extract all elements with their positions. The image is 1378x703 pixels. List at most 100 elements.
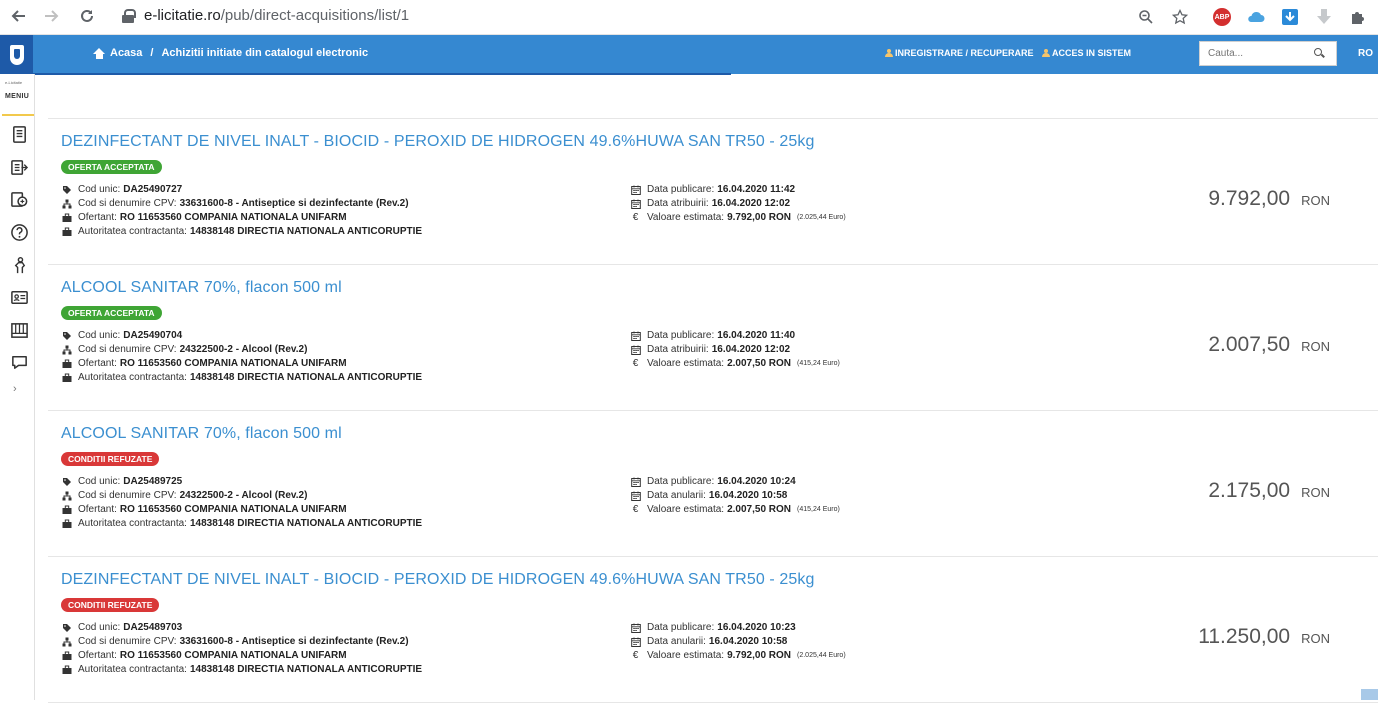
list-item: DEZINFECTANT DE NIVEL INALT - BIOCID - P…: [48, 557, 1378, 703]
ofertant-label: Ofertant:: [78, 212, 117, 223]
extensions-puzzle-icon[interactable]: [1348, 7, 1368, 27]
tag-icon: [61, 477, 72, 487]
item-title-link[interactable]: DEZINFECTANT DE NIVEL INALT - BIOCID - P…: [61, 133, 814, 151]
data-publicare-label: Data publicare:: [647, 476, 715, 487]
forward-arrow-icon[interactable]: [42, 6, 62, 26]
briefcase-icon: [61, 651, 72, 661]
export-list-icon[interactable]: [9, 157, 29, 177]
scrollbar-thumb[interactable]: [1361, 689, 1378, 700]
address-bar[interactable]: e-licitatie.ro/pub/direct-acquisitions/l…: [122, 7, 409, 24]
valoare-estimata-value: 2.007,50 RON: [727, 358, 792, 369]
document-list-icon[interactable]: [9, 124, 29, 144]
ofertant-label: Ofertant:: [78, 650, 117, 661]
briefcase-icon: [61, 505, 72, 515]
cpv-value: 24322500-2 - Alcool (Rev.2): [179, 344, 308, 355]
breadcrumb: Acasa / Achizitii initiate din catalogul…: [93, 47, 368, 59]
cod-unic-value: DA25489703: [123, 622, 183, 633]
item-title-link[interactable]: ALCOOL SANITAR 70%, flacon 500 ml: [61, 425, 342, 443]
second-date-value: 16.04.2020 10:58: [708, 636, 788, 647]
ofertant-label: Ofertant:: [78, 504, 117, 515]
cpv-label: Cod si denumire CPV:: [78, 636, 177, 647]
second-date-label: Data anularii:: [647, 490, 706, 501]
breadcrumb-current: Achizitii initiate din catalogul electro…: [161, 47, 369, 59]
sitemap-icon: [61, 199, 72, 209]
breadcrumb-home-link[interactable]: Acasa: [110, 47, 142, 59]
reports-icon[interactable]: [9, 320, 29, 340]
price-currency: RON: [1301, 193, 1330, 208]
status-badge: OFERTA ACCEPTATA: [61, 160, 162, 174]
ofertant-label: Ofertant:: [78, 358, 117, 369]
bookmark-star-icon[interactable]: [1170, 7, 1190, 27]
price-amount: 2.007,50: [1208, 333, 1291, 356]
cod-unic-label: Cod unic:: [78, 184, 121, 195]
sidebar-brand-label: e-Licitatie: [5, 80, 23, 85]
item-dates: Data publicare: 16.04.2020 11:42 Data atr…: [630, 183, 846, 225]
cod-unic-value: DA25490727: [123, 184, 183, 195]
second-date-label: Data atribuirii:: [647, 198, 709, 209]
lock-icon: [122, 8, 136, 23]
adblock-icon[interactable]: ABP: [1213, 8, 1231, 26]
sitemap-icon: [61, 345, 72, 355]
autoritatea-label: Autoritatea contractanta:: [78, 664, 187, 675]
site-header: Acasa / Achizitii initiate din catalogul…: [0, 35, 1378, 74]
site-logo[interactable]: [0, 35, 33, 74]
status-badge: OFERTA ACCEPTATA: [61, 306, 162, 320]
chat-icon[interactable]: [9, 352, 29, 372]
briefcase-icon: [61, 519, 72, 529]
euro-icon: €: [632, 358, 639, 369]
url-path: /pub/direct-acquisitions/list/1: [220, 7, 410, 24]
cpv-label: Cod si denumire CPV:: [78, 344, 177, 355]
download-icon[interactable]: [1280, 7, 1300, 27]
item-title-link[interactable]: ALCOOL SANITAR 70%, flacon 500 ml: [61, 279, 342, 297]
list-item: ALCOOL SANITAR 70%, flacon 500 ml CONDIT…: [48, 411, 1378, 557]
autoritatea-value: 14838148 DIRECTIA NATIONALA ANTICORUPTIE: [189, 226, 423, 237]
chevron-right-icon[interactable]: ›: [13, 383, 17, 395]
cpv-value: 33631600-8 - Antiseptice si dezinfectant…: [179, 636, 409, 647]
search-input[interactable]: [1200, 43, 1310, 64]
cloud-icon[interactable]: [1246, 7, 1266, 27]
data-publicare-value: 16.04.2020 10:24: [717, 476, 796, 487]
data-publicare-value: 16.04.2020 10:23: [717, 622, 796, 633]
register-link[interactable]: INREGISTRARE / RECUPERARE: [885, 48, 1034, 58]
help-icon[interactable]: [9, 222, 29, 242]
briefcase-icon: [61, 665, 72, 675]
price-currency: RON: [1301, 485, 1330, 500]
item-dates: Data publicare: 16.04.2020 11:40 Data atr…: [630, 329, 840, 371]
data-publicare-value: 16.04.2020 11:40: [717, 330, 796, 341]
reload-icon[interactable]: [77, 6, 97, 26]
autoritatea-label: Autoritatea contractanta:: [78, 226, 187, 237]
tag-icon: [61, 623, 72, 633]
calendar-icon: [630, 345, 641, 355]
valoare-estimata-label: Valoare estimata:: [647, 650, 725, 661]
menu-toggle[interactable]: MENIU: [5, 93, 29, 100]
login-link-label: ACCES IN SISTEM: [1052, 48, 1132, 58]
calendar-icon: [630, 477, 641, 487]
autoritatea-value: 14838148 DIRECTIA NATIONALA ANTICORUPTIE: [189, 518, 423, 529]
left-sidebar: e-Licitatie MENIU ›: [0, 74, 35, 700]
item-details: Cod unic: DA25490704 Cod si denumire CPV:…: [61, 329, 422, 385]
breadcrumb-separator: /: [150, 47, 154, 59]
data-publicare-label: Data publicare:: [647, 184, 715, 195]
ofertant-value: RO 11653560 COMPANIA NATIONALA UNIFARM: [119, 212, 347, 223]
price-amount: 2.175,00: [1208, 479, 1291, 502]
second-date-value: 16.04.2020 12:02: [711, 198, 791, 209]
browser-toolbar: e-licitatie.ro/pub/direct-acquisitions/l…: [0, 0, 1378, 35]
login-link[interactable]: ACCES IN SISTEM: [1042, 48, 1131, 58]
search-icon[interactable]: [1314, 48, 1324, 58]
back-arrow-icon[interactable]: [8, 6, 28, 26]
calendar-icon: [630, 331, 641, 341]
item-price: 9.792,00 RON: [1208, 187, 1330, 211]
cpv-label: Cod si denumire CPV:: [78, 490, 177, 501]
user-icon: [1042, 49, 1050, 57]
valoare-estimata-value: 9.792,00 RON: [727, 212, 792, 223]
person-pointer-icon[interactable]: [9, 255, 29, 275]
url-host: e-licitatie.ro: [144, 7, 221, 24]
id-card-icon[interactable]: [9, 287, 29, 307]
download-arrow-icon[interactable]: [1314, 7, 1334, 27]
second-date-label: Data anularii:: [647, 636, 706, 647]
calculator-icon[interactable]: [9, 189, 29, 209]
zoom-icon[interactable]: [1136, 7, 1156, 27]
language-selector[interactable]: RO: [1358, 48, 1373, 59]
price-currency: RON: [1301, 631, 1330, 646]
item-title-link[interactable]: DEZINFECTANT DE NIVEL INALT - BIOCID - P…: [61, 571, 814, 589]
